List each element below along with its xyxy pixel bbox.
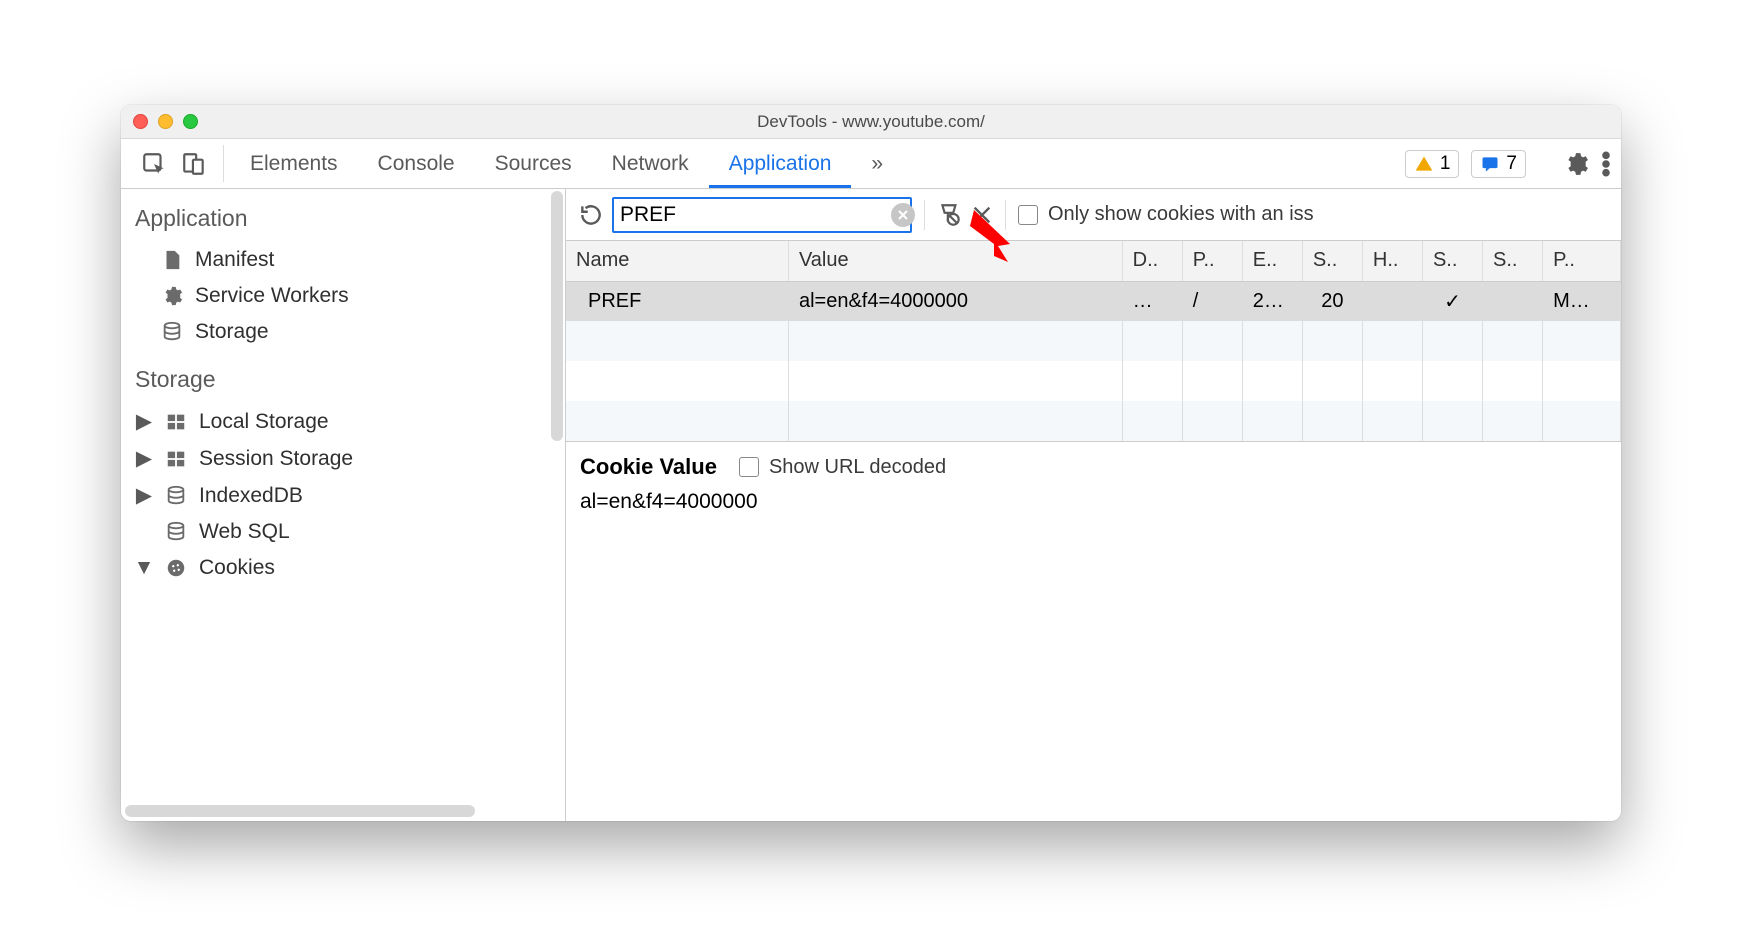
caret-right-icon: ▶ [135,409,153,434]
filter-input[interactable] [620,203,891,227]
col-priority[interactable]: P.. [1543,241,1621,281]
filter-input-wrapper [612,197,912,233]
cell-priority: M… [1543,281,1621,321]
refresh-button[interactable] [578,202,604,228]
sidebar-item-websql[interactable]: Web SQL [121,514,565,550]
device-toggle-icon[interactable] [181,151,207,177]
checkbox-icon[interactable] [739,457,759,477]
tab-elements[interactable]: Elements [230,139,358,188]
cookies-table: Name Value D.. P.. E.. S.. H.. S.. S.. P… [566,241,1621,442]
cookies-table-header: Name Value D.. P.. E.. S.. H.. S.. S.. P… [566,241,1621,281]
caret-right-icon: ▶ [135,446,153,471]
settings-icon[interactable] [1563,151,1589,177]
warnings-count: 1 [1440,153,1451,175]
cookie-icon [165,557,187,579]
application-sidebar: Application Manifest Service Workers Sto… [121,189,566,821]
tab-sources[interactable]: Sources [475,139,592,188]
url-decoded-label: Show URL decoded [769,456,946,479]
col-samesite[interactable]: S.. [1483,241,1543,281]
col-value[interactable]: Value [788,241,1122,281]
cookie-value-heading: Cookie Value [580,454,717,480]
inspect-element-icon[interactable] [141,151,167,177]
cell-value: al=en&f4=4000000 [788,281,1122,321]
cookie-row-empty [566,321,1621,361]
database-icon [165,521,187,543]
cookie-row[interactable]: PREF al=en&f4=4000000 … / 2… 20 ✓ M… [566,281,1621,321]
titlebar: DevTools - www.youtube.com/ [121,105,1621,139]
cell-httponly [1362,281,1422,321]
clear-filter-icon[interactable] [891,203,915,227]
panel-tabs: Elements Console Sources Network Applica… [230,139,1405,188]
col-name[interactable]: Name [566,241,788,281]
delete-selected-icon[interactable] [971,204,993,226]
sidebar-item-storage[interactable]: Storage [121,314,565,350]
window-title: DevTools - www.youtube.com/ [121,112,1621,132]
cell-domain: … [1122,281,1182,321]
sidebar-item-cookies[interactable]: ▼ Cookies [121,550,565,586]
sidebar-scrollbar-vertical[interactable] [551,191,563,441]
cell-name: PREF [566,281,788,321]
col-domain[interactable]: D.. [1122,241,1182,281]
sidebar-item-session-storage[interactable]: ▶ Session Storage [121,440,565,477]
database-icon [161,321,183,343]
only-issues-toggle[interactable]: Only show cookies with an iss [1018,203,1314,226]
grid-icon [165,411,187,433]
sidebar-section-application: Application [121,189,565,242]
cell-expires: 2… [1242,281,1302,321]
cookie-row-empty [566,361,1621,401]
minimize-window-button[interactable] [158,114,173,129]
cookies-panel: Only show cookies with an iss Name Value [566,189,1621,821]
url-decoded-toggle[interactable]: Show URL decoded [739,456,946,479]
cookie-row-empty [566,401,1621,441]
sidebar-section-storage: Storage [121,350,565,403]
col-size[interactable]: S.. [1302,241,1362,281]
col-httponly[interactable]: H.. [1362,241,1422,281]
cell-path: / [1182,281,1242,321]
sidebar-item-indexeddb[interactable]: ▶ IndexedDB [121,477,565,514]
clear-all-cookies-icon[interactable] [937,202,963,228]
col-path[interactable]: P.. [1182,241,1242,281]
tab-application[interactable]: Application [709,139,852,188]
cell-secure: ✓ [1422,281,1482,321]
window-controls [133,114,198,129]
cookies-toolbar: Only show cookies with an iss [566,189,1621,241]
cell-samesite [1483,281,1543,321]
tab-network[interactable]: Network [592,139,709,188]
checkbox-icon[interactable] [1018,205,1038,225]
cookie-detail: Cookie Value Show URL decoded al=en&f4=4… [566,442,1621,526]
kebab-menu-icon[interactable] [1601,151,1611,177]
database-icon [165,485,187,507]
gear-icon [161,285,183,307]
tab-overflow[interactable]: » [851,139,903,188]
messages-badge[interactable]: 7 [1471,150,1526,178]
sidebar-item-local-storage[interactable]: ▶ Local Storage [121,403,565,440]
devtools-window: DevTools - www.youtube.com/ Elements Con… [121,105,1621,821]
devtools-toolbar: Elements Console Sources Network Applica… [121,139,1621,189]
col-expires[interactable]: E.. [1242,241,1302,281]
col-secure[interactable]: S.. [1422,241,1482,281]
sidebar-item-manifest[interactable]: Manifest [121,242,565,278]
cookie-value-text: al=en&f4=4000000 [580,480,1607,514]
only-issues-label: Only show cookies with an iss [1048,203,1314,226]
caret-right-icon: ▶ [135,483,153,508]
grid-icon [165,448,187,470]
maximize-window-button[interactable] [183,114,198,129]
file-icon [161,249,183,271]
sidebar-item-service-workers[interactable]: Service Workers [121,278,565,314]
messages-count: 7 [1506,153,1517,175]
close-window-button[interactable] [133,114,148,129]
cell-size: 20 [1302,281,1362,321]
caret-down-icon: ▼ [135,556,153,580]
warnings-badge[interactable]: 1 [1405,150,1460,178]
tab-console[interactable]: Console [358,139,475,188]
sidebar-scrollbar-horizontal[interactable] [125,805,475,817]
